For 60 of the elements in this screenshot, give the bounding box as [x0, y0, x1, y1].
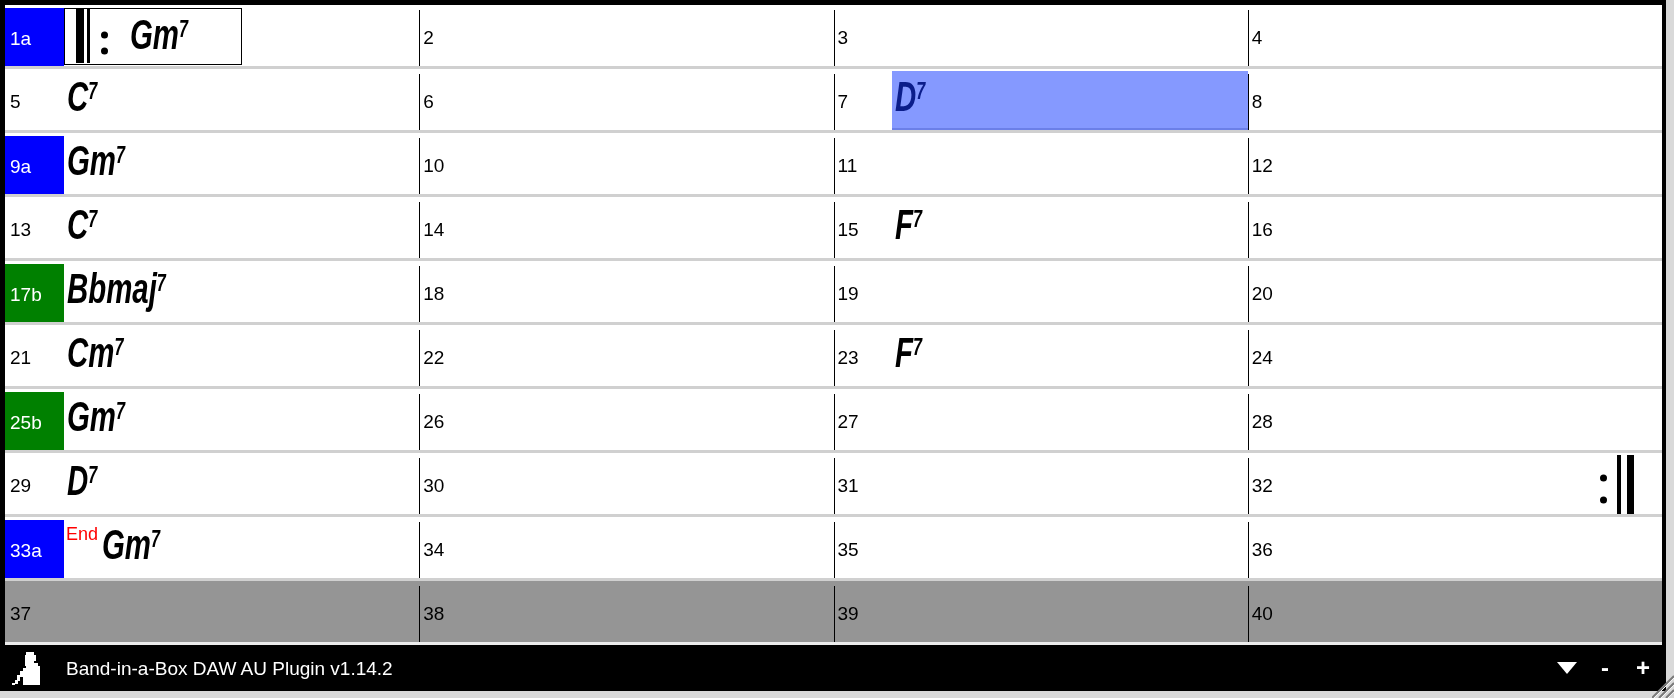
section-label: 25b	[5, 392, 64, 450]
bar-number: 6	[423, 92, 434, 111]
bar-number: 21	[10, 348, 32, 367]
bar-number: 18	[423, 284, 445, 303]
bar-number: 23	[837, 348, 859, 367]
bar-number: 4	[1251, 28, 1263, 47]
bar-number: 35	[837, 540, 859, 559]
caret-down-icon[interactable]	[1557, 662, 1577, 674]
chord-symbol: Gm$^{7}$	[130, 14, 188, 56]
bar-number: 19	[837, 284, 859, 303]
bar-number: 28	[1251, 412, 1273, 431]
bar-number: 8	[1251, 92, 1263, 111]
chord-symbol: Gm$^{7}$	[102, 524, 161, 566]
bar-number: 27	[837, 412, 859, 431]
resize-grip-icon[interactable]	[1652, 674, 1674, 698]
bar-number: 15	[837, 220, 859, 239]
bar-number: 13	[10, 220, 32, 239]
section-label: 17b	[5, 264, 64, 322]
bar-number: 20	[1251, 284, 1273, 303]
bar-number: 10	[423, 156, 445, 175]
bar-number: 37	[10, 604, 32, 623]
bar-number: 29	[10, 476, 32, 495]
minus-button[interactable]: -	[1601, 656, 1609, 680]
bar-number: 5	[10, 92, 21, 111]
bar-number: 22	[423, 348, 445, 367]
bar-number: 34	[423, 540, 445, 559]
bar-number: 12	[1251, 156, 1273, 175]
bar-number: 16	[1251, 220, 1273, 239]
bar-number: 14	[423, 220, 445, 239]
chord-symbol: Cm$^{7}$	[67, 332, 124, 374]
bar-number: 11	[837, 156, 858, 175]
bar-number: 24	[1251, 348, 1273, 367]
chord-symbol: C$^{7}$	[67, 76, 98, 118]
bar-number: 31	[837, 476, 859, 495]
chord-symbol: Gm$^{7}$	[67, 140, 125, 182]
chord-symbol: C$^{7}$	[67, 204, 98, 246]
chord-symbol: F$^{7}$	[894, 204, 922, 246]
end-marker: End	[66, 525, 99, 543]
bar-number: 30	[423, 476, 445, 495]
section-label: 33a	[5, 520, 64, 578]
bar-number: 38	[423, 604, 445, 623]
chord-symbol: Bbmaj$^{7}$	[67, 268, 166, 310]
bar-number: 39	[837, 604, 859, 623]
cell-cursor[interactable]: Gm$^{7}$	[64, 8, 242, 65]
bar-number: 40	[1251, 604, 1273, 623]
bar-number: 7	[837, 92, 849, 111]
bar-number: 26	[423, 412, 445, 431]
plugin-title: Band-in-a-Box DAW AU Plugin v1.14.2	[66, 658, 393, 678]
chord-symbol: D$^{7}$	[894, 76, 925, 118]
bar-number: 32	[1251, 476, 1273, 495]
chord-symbol: D$^{7}$	[67, 460, 98, 502]
bar-number: 2	[423, 28, 434, 47]
chord-symbol: Gm$^{7}$	[67, 396, 125, 438]
plus-button[interactable]: +	[1636, 656, 1650, 680]
section-label: 1a	[5, 8, 64, 66]
section-label: 9a	[5, 136, 64, 194]
bar-number: 3	[837, 28, 849, 47]
chord-symbol: F$^{7}$	[894, 332, 922, 374]
bar-number: 36	[1251, 540, 1273, 559]
person-silhouette-icon	[12, 651, 43, 685]
